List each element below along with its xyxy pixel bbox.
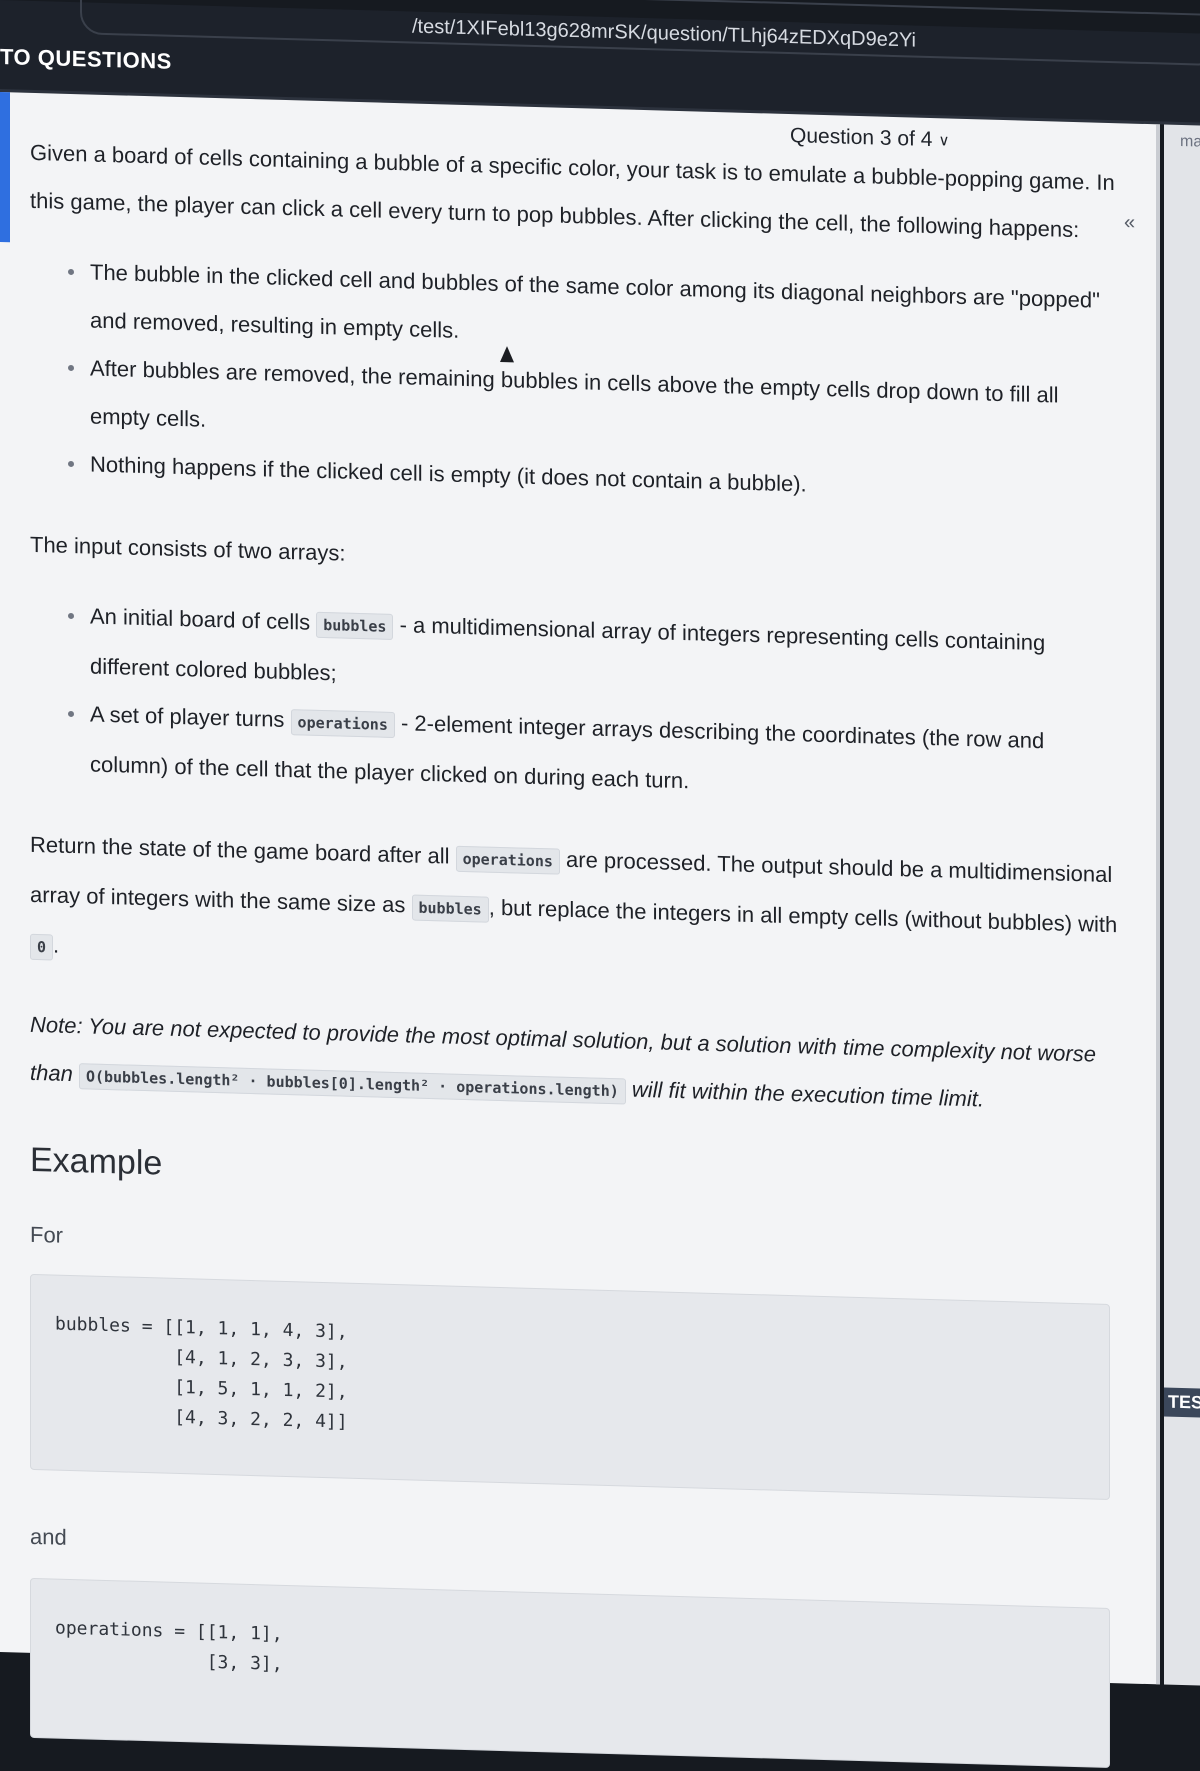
test-tab[interactable]: TEST xyxy=(1164,1387,1200,1418)
inline-code: bubbles xyxy=(411,894,489,923)
return-text: . xyxy=(53,932,60,958)
page: /test/1XIFebl13g628mrSK/question/TLhj64z… xyxy=(0,0,1200,1769)
problem-intro: Given a board of cells containing a bubb… xyxy=(30,139,1115,243)
url-bar[interactable]: /test/1XIFebl13g628mrSK/question/TLhj64z… xyxy=(80,0,1200,67)
inline-code: operations xyxy=(455,845,560,875)
input-item-text: An initial board of cells xyxy=(90,603,317,635)
note-text: will fit within the execution time limit… xyxy=(625,1076,984,1112)
inline-code: 0 xyxy=(30,933,54,961)
question-panel: Question 3 of 4 ∨ « Given a board of cel… xyxy=(0,92,1160,1769)
for-label: For xyxy=(30,1221,63,1248)
bubbles-code-block: bubbles = [[1, 1, 1, 4, 3], [4, 1, 2, 3,… xyxy=(30,1273,1110,1501)
chevron-down-icon: ∨ xyxy=(938,132,950,150)
and-label: and xyxy=(30,1523,67,1550)
inline-code: bubbles xyxy=(316,611,394,640)
inline-code: O(bubbles.length² · bubbles[0].length² ·… xyxy=(78,1063,626,1105)
input-list: An initial board of cells bubbles - a mu… xyxy=(68,592,1156,818)
inline-code: operations xyxy=(290,709,395,739)
return-text: Return the state of the game board after… xyxy=(30,831,456,869)
question-selector-label: Question 3 of 4 xyxy=(790,124,933,152)
input-item-text: A set of player turns xyxy=(90,701,291,733)
example-heading: Example xyxy=(30,1140,163,1183)
active-accent-bar xyxy=(0,92,10,243)
return-description: Return the state of the game board after… xyxy=(30,821,1140,1002)
back-to-questions-link[interactable]: TO QUESTIONS xyxy=(0,44,172,75)
question-selector[interactable]: Question 3 of 4 ∨ xyxy=(790,124,949,152)
collapse-panel-icon[interactable]: « xyxy=(1124,211,1135,234)
side-panel-label: ma xyxy=(1180,132,1200,151)
right-side-panel xyxy=(1164,124,1200,1686)
return-text: , but replace the integers in all empty … xyxy=(488,894,1118,938)
input-heading: The input consists of two arrays: xyxy=(30,531,346,566)
rules-list: The bubble in the clicked cell and bubbl… xyxy=(68,248,1156,518)
url-text: /test/1XIFebl13g628mrSK/question/TLhj64z… xyxy=(412,15,916,52)
complexity-note: Note: You are not expected to provide th… xyxy=(30,1001,1140,1130)
operations-code-block: operations = [[1, 1], [3, 3], xyxy=(30,1577,1110,1769)
